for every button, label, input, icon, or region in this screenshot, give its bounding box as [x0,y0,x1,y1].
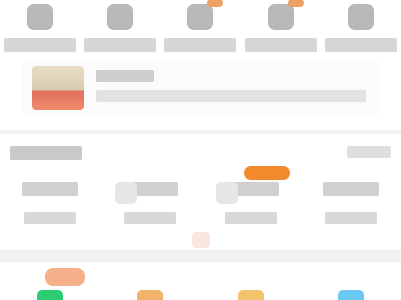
bottom-shortcut-1-badge-icon [45,268,86,286]
bottom-shortcut-3[interactable] [216,290,286,300]
tool-item-4-name [322,182,379,196]
bottom-shortcut-2[interactable] [115,290,185,300]
quick-action-2[interactable] [84,4,157,52]
quick-action-1-icon [27,4,54,30]
section-indicator-icon [192,232,210,248]
tools-section-card [0,134,401,250]
quick-action-5-icon [347,4,374,30]
bottom-shortcut-4-icon [337,290,364,300]
quick-action-2-label [84,38,157,52]
quick-actions-card [0,0,401,130]
tool-item-2-icon [115,182,138,204]
quick-action-5-label [324,38,397,52]
bottom-shortcut-3-icon [237,290,264,300]
quick-action-2-icon [107,4,134,30]
tool-item-3[interactable] [212,166,290,238]
bottom-shortcut-1-icon [37,290,64,300]
tool-item-1-sub [24,212,77,224]
quick-action-1-label [4,38,77,52]
quick-action-3-label [164,38,237,52]
section-title [10,146,82,160]
quick-actions-row [0,0,401,56]
tool-item-2-sub [124,212,177,224]
quick-action-5[interactable] [324,4,397,52]
bottom-shortcuts-card [0,262,401,300]
tool-item-3-icon [215,182,238,204]
bottom-shortcut-2-icon [137,290,164,300]
banner-description [96,90,366,102]
tools-row [0,166,401,238]
app-root [0,0,401,300]
quick-action-3-icon [187,0,224,30]
banner-title [96,70,154,82]
tool-item-3-sub [224,212,277,224]
banner-thumbnail-icon [32,66,84,110]
quick-action-1[interactable] [4,4,77,52]
bottom-shortcuts-row [0,262,401,300]
promo-banner[interactable] [22,60,381,114]
tool-item-4[interactable] [312,182,390,238]
tool-item-1-name [22,182,79,196]
quick-action-4-icon [267,0,304,30]
bottom-shortcut-4[interactable] [316,290,386,300]
quick-action-4-label [244,38,317,52]
bottom-shortcut-1[interactable] [15,268,86,300]
section-more-link[interactable] [347,146,391,158]
hot-badge-icon [243,166,290,180]
tool-item-4-sub [324,212,377,224]
quick-action-3-badge-icon [207,0,224,7]
tool-item-1[interactable] [11,182,89,238]
quick-action-4-badge-icon [287,0,304,7]
quick-action-3[interactable] [164,0,237,52]
tool-item-2[interactable] [111,182,189,238]
quick-action-4[interactable] [244,0,317,52]
